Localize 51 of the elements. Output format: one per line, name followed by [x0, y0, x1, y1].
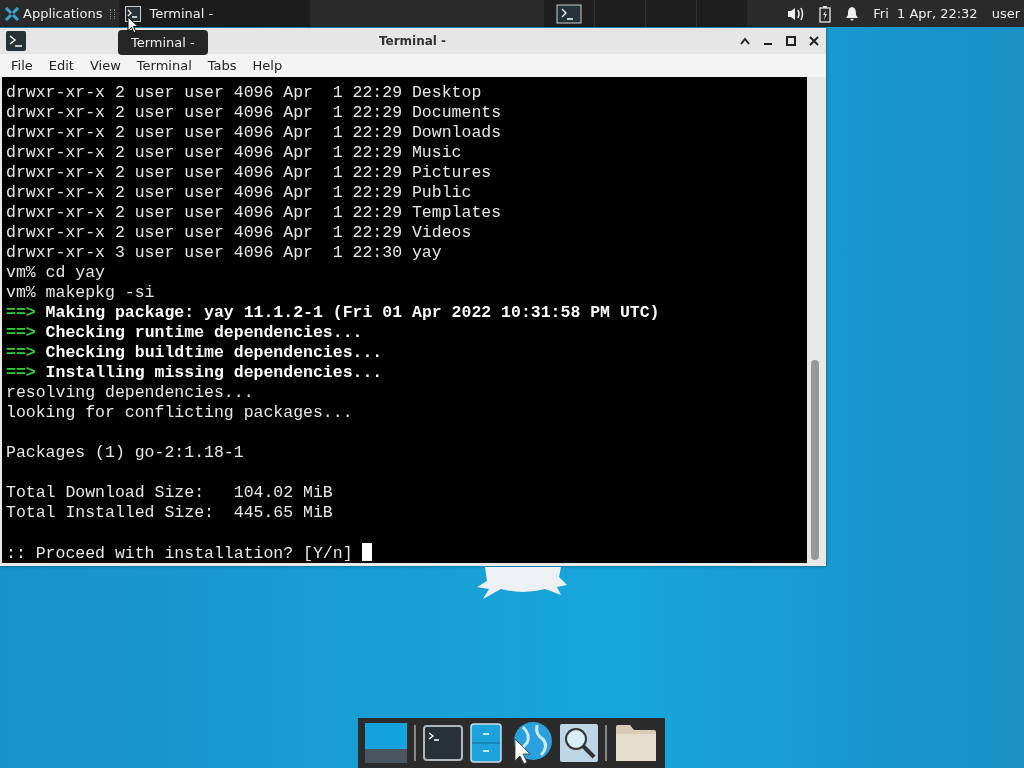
- close-icon[interactable]: [808, 34, 820, 47]
- output-line: looking for conflicting packages...: [6, 403, 353, 422]
- separator-icon: [110, 8, 116, 19]
- applications-menu[interactable]: Applications: [0, 0, 107, 27]
- output-line: Total Installed Size: 445.65 MiB: [6, 503, 333, 522]
- battery-icon[interactable]: [819, 4, 832, 23]
- bell-icon[interactable]: [845, 5, 860, 22]
- maximize-icon[interactable]: [785, 34, 797, 47]
- output-line: drwxr-xr-x 3 user user 4096 Apr 1 22:30 yay: [6, 243, 442, 262]
- menu-item[interactable]: Help: [245, 57, 290, 73]
- menu-item[interactable]: File: [4, 57, 40, 73]
- cursor: [362, 543, 373, 561]
- output-line: drwxr-xr-x 2 user user 4096 Apr 1 22:29 Videos: [6, 223, 472, 242]
- prompt-line: :: Proceed with installation? [Y/n]: [6, 544, 353, 563]
- window-title: Terminal -: [378, 33, 447, 48]
- menu-item[interactable]: View: [82, 57, 128, 73]
- cabinet-icon[interactable]: [470, 723, 503, 763]
- output-line: drwxr-xr-x 2 user user 4096 Apr 1 22:29 Pictures: [6, 163, 492, 182]
- output-line: drwxr-xr-x 2 user user 4096 Apr 1 22:29 Desktop: [6, 83, 482, 102]
- search-icon[interactable]: [559, 724, 598, 762]
- output-line: Packages (1) go-2:1.18-1: [6, 443, 244, 462]
- show-desktop-icon[interactable]: [365, 723, 408, 763]
- user-menu[interactable]: user: [991, 6, 1020, 21]
- terminal-icon[interactable]: [423, 725, 464, 761]
- status-line: ==> Making package: yay 11.1.2-1 (Fri 01 Apr 2022 10:31:58 PM UTC): [6, 303, 660, 322]
- output-line: drwxr-xr-x 2 user user 4096 Apr 1 22:29 Downloads: [6, 123, 502, 142]
- taskbar-button[interactable]: Terminal -: [119, 0, 311, 27]
- output-line: drwxr-xr-x 2 user user 4096 Apr 1 22:29 Documents: [6, 103, 502, 122]
- output-line: resolving dependencies...: [6, 383, 254, 402]
- status-line: ==> Checking runtime dependencies...: [6, 323, 363, 342]
- menu-item[interactable]: Tabs: [200, 57, 244, 73]
- output-line: vm% cd yay: [6, 263, 106, 282]
- tooltip: Terminal -: [118, 30, 208, 55]
- output-line: Total Download Size: 104.02 MiB: [6, 483, 333, 502]
- terminal-icon: [125, 5, 142, 22]
- menu-item[interactable]: Edit: [41, 57, 81, 73]
- workspace-icon[interactable]: [556, 3, 583, 24]
- volume-icon[interactable]: [787, 5, 806, 22]
- status-line: ==> Checking buildtime dependencies...: [6, 343, 383, 362]
- clock[interactable]: Fri 1 Apr, 22:32: [873, 6, 978, 21]
- output-line: drwxr-xr-x 2 user user 4096 Apr 1 22:29 Templates: [6, 203, 502, 222]
- logo-icon: [4, 5, 20, 22]
- menu-item[interactable]: Terminal: [129, 57, 199, 73]
- scrollbar-thumb[interactable]: [811, 360, 819, 560]
- output-line: vm% makepkg -si: [6, 283, 155, 302]
- output-line: drwxr-xr-x 2 user user 4096 Apr 1 22:29 Public: [6, 183, 472, 202]
- folder-icon[interactable]: [613, 723, 658, 763]
- status-line: ==> Installing missing dependencies...: [6, 363, 383, 382]
- output-line: drwxr-xr-x 2 user user 4096 Apr 1 22:29 Music: [6, 143, 462, 162]
- terminal-icon: [6, 30, 26, 51]
- mouse-pointer-icon: [127, 16, 139, 34]
